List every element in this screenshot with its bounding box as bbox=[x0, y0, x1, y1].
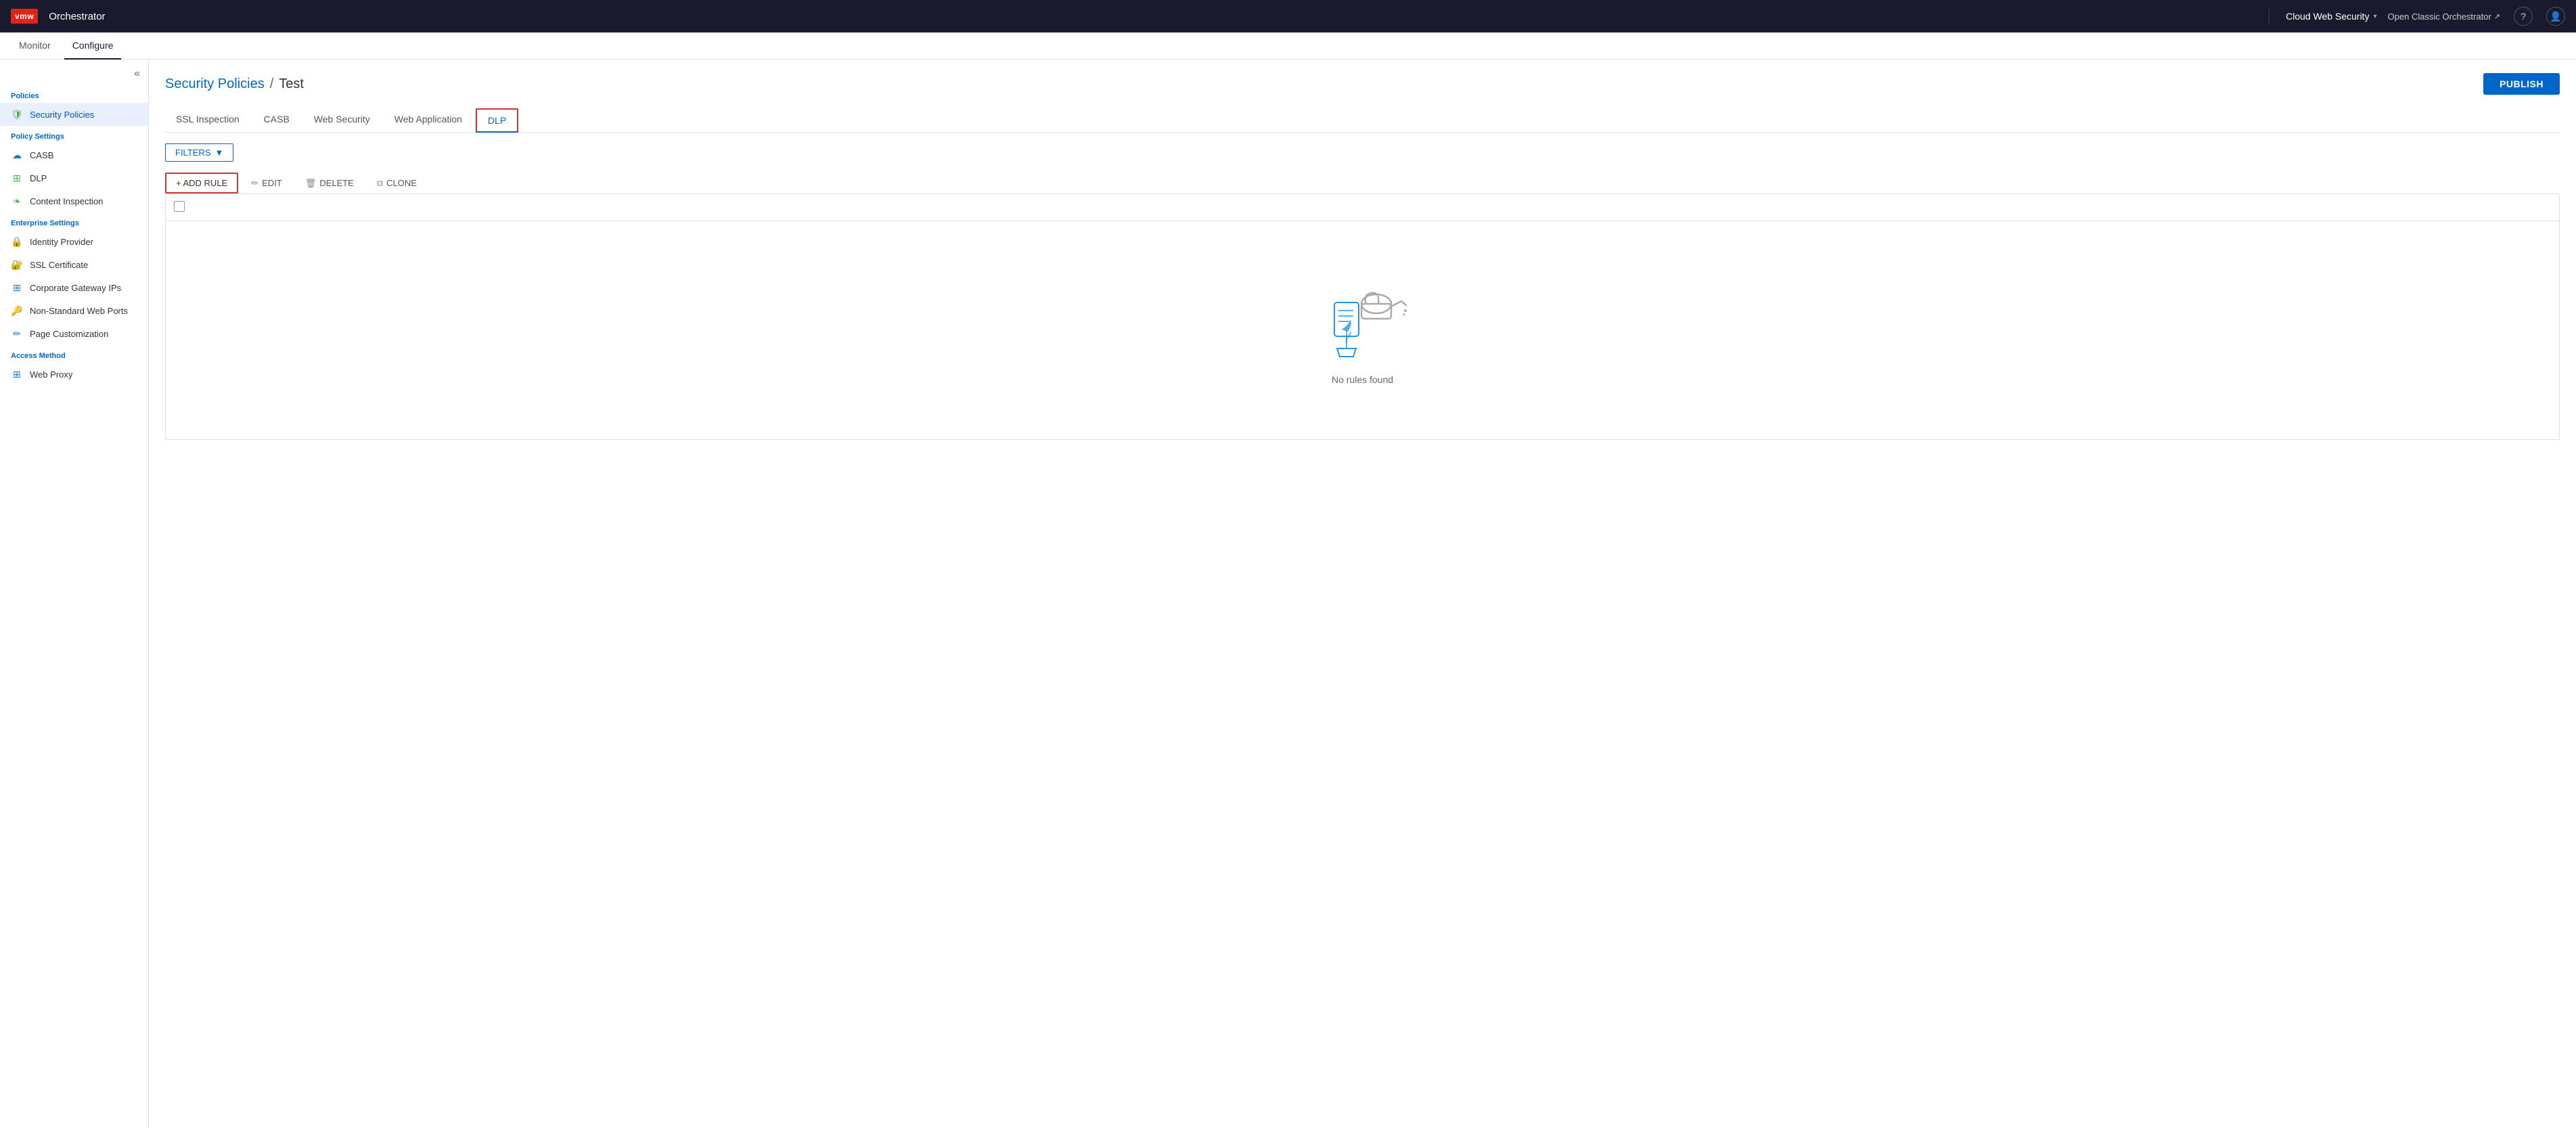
external-link-icon: ↗ bbox=[2494, 12, 2500, 21]
sidebar-label-ssl-certificate: SSL Certificate bbox=[30, 260, 88, 270]
user-button[interactable]: 👤 bbox=[2546, 7, 2565, 26]
table-container: No rules found bbox=[165, 194, 2560, 440]
sidebar-section-policy-settings: Policy Settings bbox=[0, 126, 148, 143]
sidebar-section-access-method: Access Method bbox=[0, 345, 148, 363]
product-name: Cloud Web Security bbox=[2286, 11, 2369, 22]
breadcrumb-link[interactable]: Security Policies bbox=[165, 76, 265, 92]
select-all-checkbox[interactable] bbox=[174, 201, 185, 212]
table-header-row bbox=[166, 194, 2559, 221]
tab-dlp[interactable]: DLP bbox=[476, 108, 518, 133]
app-name: Orchestrator bbox=[49, 11, 105, 22]
lock-icon: 🔐 bbox=[11, 258, 23, 271]
delete-icon: 🗑 bbox=[305, 178, 317, 189]
sidebar-label-non-standard-web-ports: Non-Standard Web Ports bbox=[30, 306, 128, 316]
sidebar-label-dlp: DLP bbox=[30, 173, 47, 183]
delete-button[interactable]: 🗑 DELETE bbox=[295, 173, 364, 194]
page-header: Security Policies / Test PUBLISH bbox=[165, 73, 2560, 95]
tab-web-security[interactable]: Web Security bbox=[303, 108, 381, 133]
content-area: Security Policies / Test PUBLISH SSL Ins… bbox=[149, 60, 2576, 1128]
top-nav: vmw Orchestrator Cloud Web Security ▾ Op… bbox=[0, 0, 2576, 32]
sidebar-item-page-customization[interactable]: ✏ Page Customization bbox=[0, 322, 148, 345]
sidebar-label-security-policies: Security Policies bbox=[30, 110, 94, 120]
cloud-lock-icon: 🔒 bbox=[11, 235, 23, 248]
lock-settings-icon: 🔑 bbox=[11, 304, 23, 317]
edit-box-icon: ✏ bbox=[11, 328, 23, 340]
sidebar-label-identity-provider: Identity Provider bbox=[30, 237, 93, 247]
clone-label: CLONE bbox=[386, 178, 417, 188]
sidebar-label-page-customization: Page Customization bbox=[30, 329, 108, 339]
shield-icon: 🛡 bbox=[11, 108, 23, 120]
delete-label: DELETE bbox=[319, 178, 354, 188]
sidebar-item-corporate-gateway-ips[interactable]: ⊞ Corporate Gateway IPs bbox=[0, 276, 148, 299]
breadcrumb-current: Test bbox=[279, 76, 304, 92]
open-classic-link[interactable]: Open Classic Orchestrator ↗ bbox=[2388, 12, 2500, 22]
top-nav-right: Open Classic Orchestrator ↗ ? 👤 bbox=[2388, 7, 2565, 26]
tab-web-application[interactable]: Web Application bbox=[384, 108, 473, 133]
breadcrumb: Security Policies / Test bbox=[165, 76, 304, 92]
sidebar: « Policies 🛡 Security Policies Policy Se… bbox=[0, 60, 149, 1128]
sidebar-label-casb: CASB bbox=[30, 150, 53, 160]
empty-state: No rules found bbox=[166, 221, 2559, 439]
sidebar-item-identity-provider[interactable]: 🔒 Identity Provider bbox=[0, 230, 148, 253]
filters-button[interactable]: FILTERS ▼ bbox=[165, 143, 233, 162]
select-all-checkbox-col[interactable] bbox=[174, 201, 196, 214]
leaf-icon: ❧ bbox=[11, 195, 23, 207]
publish-button[interactable]: PUBLISH bbox=[2483, 73, 2560, 95]
product-selector[interactable]: Cloud Web Security ▾ bbox=[2286, 11, 2377, 22]
collapse-icon: « bbox=[134, 68, 140, 80]
empty-illustration bbox=[1319, 275, 1407, 363]
sidebar-label-corporate-gateway-ips: Corporate Gateway IPs bbox=[30, 283, 121, 293]
proxy-icon: ⊞ bbox=[11, 368, 23, 380]
toolbar: FILTERS ▼ bbox=[165, 143, 2560, 162]
actions-bar: + ADD RULE ✏ EDIT 🗑 DELETE ⧉ CLONE bbox=[165, 173, 2560, 194]
tab-ssl-inspection[interactable]: SSL Inspection bbox=[165, 108, 250, 133]
add-rule-label: + ADD RULE bbox=[176, 178, 227, 188]
sidebar-item-non-standard-web-ports[interactable]: 🔑 Non-Standard Web Ports bbox=[0, 299, 148, 322]
grid-icon: ⊞ bbox=[11, 172, 23, 184]
second-nav: Monitor Configure bbox=[0, 32, 2576, 60]
vmw-logo: vmw bbox=[11, 9, 38, 24]
tab-configure[interactable]: Configure bbox=[64, 32, 122, 60]
clone-button[interactable]: ⧉ CLONE bbox=[367, 173, 427, 194]
edit-label: EDIT bbox=[262, 178, 282, 188]
add-rule-button[interactable]: + ADD RULE bbox=[165, 173, 238, 194]
chevron-down-icon: ▾ bbox=[2374, 13, 2377, 20]
filter-icon: ▼ bbox=[215, 148, 224, 158]
clone-icon: ⧉ bbox=[377, 178, 383, 189]
sidebar-item-security-policies[interactable]: 🛡 Security Policies bbox=[0, 103, 148, 126]
open-classic-label: Open Classic Orchestrator bbox=[2388, 12, 2491, 22]
empty-state-message: No rules found bbox=[1332, 374, 1393, 385]
sidebar-item-ssl-certificate[interactable]: 🔐 SSL Certificate bbox=[0, 253, 148, 276]
sidebar-section-policies: Policies bbox=[0, 85, 148, 103]
sidebar-collapse-button[interactable]: « bbox=[0, 68, 148, 85]
sidebar-label-content-inspection: Content Inspection bbox=[30, 196, 103, 206]
help-button[interactable]: ? bbox=[2514, 7, 2533, 26]
sidebar-item-dlp[interactable]: ⊞ DLP bbox=[0, 166, 148, 189]
edit-icon: ✏ bbox=[251, 178, 258, 189]
grid-lock-icon: ⊞ bbox=[11, 281, 23, 294]
tab-casb[interactable]: CASB bbox=[253, 108, 300, 133]
sidebar-label-web-proxy: Web Proxy bbox=[30, 369, 72, 380]
filters-label: FILTERS bbox=[175, 148, 211, 158]
edit-button[interactable]: ✏ EDIT bbox=[241, 173, 292, 194]
sidebar-item-web-proxy[interactable]: ⊞ Web Proxy bbox=[0, 363, 148, 386]
tab-monitor[interactable]: Monitor bbox=[11, 32, 59, 60]
sidebar-section-enterprise-settings: Enterprise Settings bbox=[0, 212, 148, 230]
sidebar-item-casb[interactable]: ☁ CASB bbox=[0, 143, 148, 166]
cloud-icon: ☁ bbox=[11, 149, 23, 161]
main-layout: « Policies 🛡 Security Policies Policy Se… bbox=[0, 60, 2576, 1128]
breadcrumb-separator: / bbox=[270, 76, 274, 92]
tabs-bar: SSL Inspection CASB Web Security Web App… bbox=[165, 108, 2560, 133]
sidebar-item-content-inspection[interactable]: ❧ Content Inspection bbox=[0, 189, 148, 212]
